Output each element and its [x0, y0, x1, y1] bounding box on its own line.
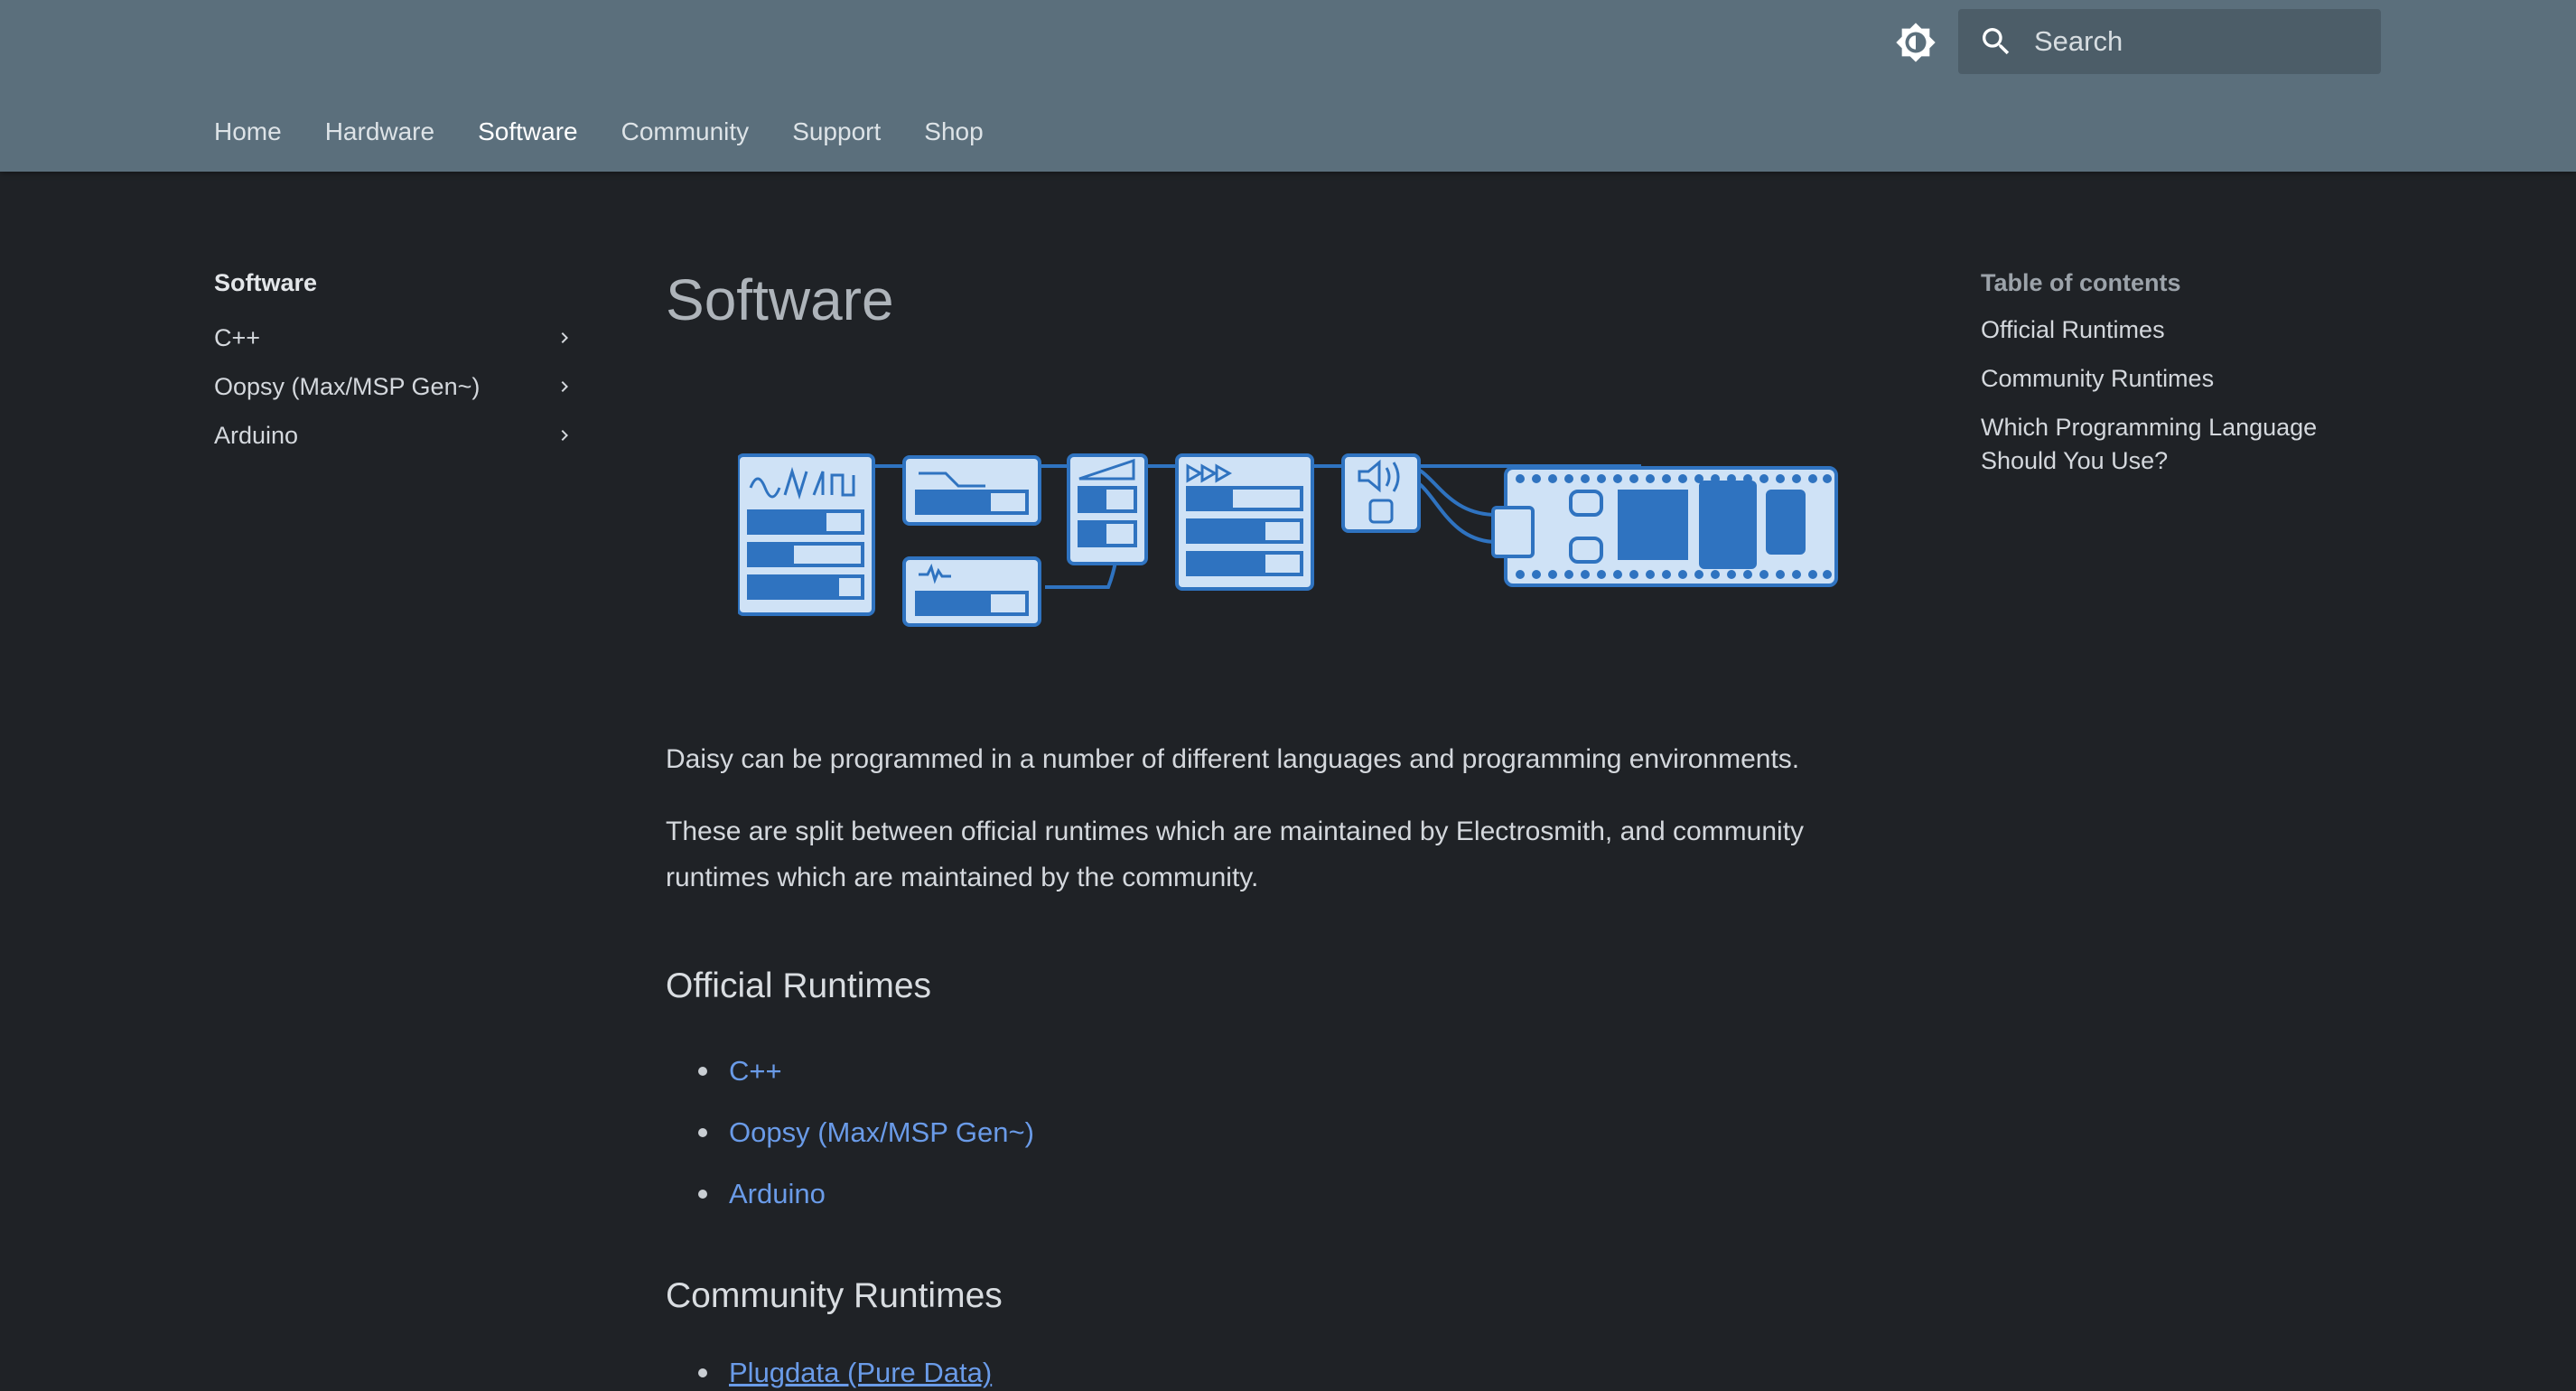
chevron-right-icon — [561, 430, 568, 441]
runtimes-paragraph: These are split between official runtime… — [666, 817, 1805, 892]
list-item: Arduino — [666, 1163, 1034, 1225]
sidebar-item-label: C++ — [214, 323, 261, 351]
brightness-icon — [1896, 23, 1936, 62]
community-runtimes-heading: Community Runtimes — [666, 1276, 1003, 1315]
official-runtimes-heading: Official Runtimes — [666, 966, 932, 1005]
toc-item-official-runtimes[interactable]: Official Runtimes — [1981, 313, 2378, 347]
nav-support[interactable]: Support — [792, 114, 881, 150]
link-cpp[interactable]: C++ — [729, 1055, 782, 1088]
nav-community[interactable]: Community — [621, 114, 750, 150]
link-arduino[interactable]: Arduino — [729, 1178, 826, 1210]
nav-shop[interactable]: Shop — [924, 114, 983, 150]
link-plugdata[interactable]: Plugdata (Pure Data) — [729, 1357, 992, 1389]
sidebar-item-label: Arduino — [214, 421, 299, 449]
top-header: Home Hardware Software Community Support… — [0, 0, 2576, 172]
toc-item-community-runtimes[interactable]: Community Runtimes — [1981, 362, 2378, 396]
daisy-signal-chain-illustration — [738, 453, 1838, 627]
search-input[interactable] — [2032, 24, 2361, 59]
main-content: Software Daisy can be programmed in a nu… — [666, 262, 1894, 1315]
search-box[interactable] — [1958, 9, 2381, 74]
community-runtimes-list: Plugdata (Pure Data) — [666, 1355, 992, 1391]
list-item: Plugdata (Pure Data) — [666, 1355, 992, 1391]
table-of-contents: Table of contents Official Runtimes Comm… — [1981, 269, 2378, 493]
page-title: Software — [666, 267, 894, 332]
nav-software[interactable]: Software — [478, 114, 578, 150]
sidebar-item-cpp[interactable]: C++ — [214, 313, 575, 362]
nav-hardware[interactable]: Hardware — [325, 114, 434, 150]
nav-home[interactable]: Home — [214, 114, 282, 150]
sidebar-item-label: Oopsy (Max/MSP Gen~) — [214, 372, 481, 400]
chevron-right-icon — [561, 332, 568, 343]
sidebar: Software C++ Oopsy (Max/MSP Gen~) Arduin… — [214, 269, 575, 460]
sidebar-item-oopsy[interactable]: Oopsy (Max/MSP Gen~) — [214, 362, 575, 411]
bullet — [698, 1067, 707, 1076]
list-item: Oopsy (Max/MSP Gen~) — [666, 1102, 1034, 1163]
sidebar-item-arduino[interactable]: Arduino — [214, 411, 575, 460]
sidebar-title: Software — [214, 269, 318, 296]
toc-item-which-language[interactable]: Which Programming Language Should You Us… — [1981, 411, 2378, 478]
official-runtimes-list: C++ Oopsy (Max/MSP Gen~) Arduino — [666, 1041, 1034, 1225]
list-item: C++ — [666, 1041, 1034, 1102]
chevron-right-icon — [561, 381, 568, 392]
main-nav: Home Hardware Software Community Support… — [214, 114, 1027, 150]
bullet — [698, 1190, 707, 1199]
toc-title: Table of contents — [1981, 269, 2181, 296]
link-oopsy[interactable]: Oopsy (Max/MSP Gen~) — [729, 1116, 1034, 1149]
intro-paragraph: Daisy can be programmed in a number of d… — [666, 744, 1800, 774]
theme-toggle-button[interactable] — [1893, 22, 1938, 63]
bullet — [698, 1128, 707, 1137]
search-icon — [1978, 23, 2014, 60]
